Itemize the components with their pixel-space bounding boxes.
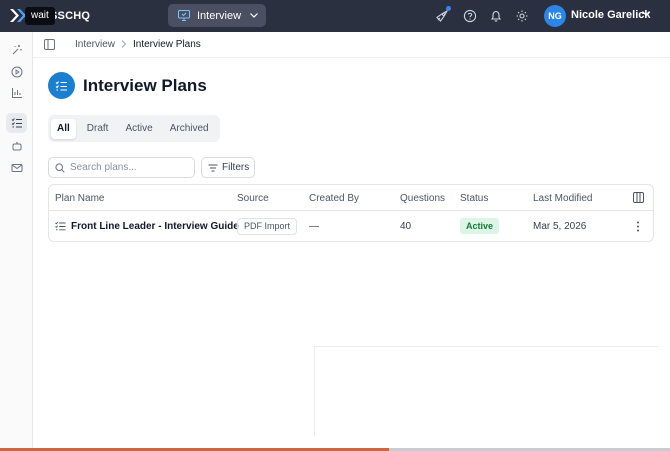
logo-text: SSCHQ (50, 9, 91, 22)
sparkle-icon (12, 45, 22, 55)
columns-icon[interactable] (633, 192, 644, 203)
last-modified: Mar 5, 2026 (533, 221, 587, 232)
user-name[interactable]: Nicole Garelick (571, 9, 651, 21)
wait-tooltip: wait (25, 7, 55, 25)
panel-divider (314, 346, 315, 436)
column-header-source[interactable]: Source (237, 193, 269, 204)
chevron-right-icon (121, 40, 127, 48)
filters-button[interactable]: Filters (201, 157, 255, 178)
rail-item-analytics[interactable] (6, 83, 27, 103)
table-row[interactable]: Front Line Leader - Interview Guide PDF … (49, 211, 653, 242)
left-rail (0, 32, 33, 451)
workspace-label: Interview (197, 9, 242, 22)
page-title-icon (48, 72, 75, 99)
user-avatar[interactable]: NG (544, 5, 566, 27)
top-bar: SSCHQ wait Interview NG Nicole Garelick (0, 0, 670, 32)
filters-label: Filters (222, 162, 250, 173)
table-header: Plan Name Source Created By Questions St… (49, 185, 653, 211)
column-header-status[interactable]: Status (460, 193, 488, 204)
panel-divider (314, 346, 659, 347)
questions-count: 40 (400, 221, 412, 232)
tab-all[interactable]: All (51, 118, 76, 139)
source-chip: PDF Import (237, 218, 298, 235)
plan-name[interactable]: Front Line Leader - Interview Guide (71, 221, 239, 232)
search-icon (55, 162, 65, 173)
mail-icon (11, 164, 22, 172)
search-input[interactable] (70, 162, 190, 173)
chevron-down-icon (250, 13, 258, 18)
breadcrumb: Interview Interview Plans (33, 32, 670, 58)
bar-chart-icon (11, 88, 22, 98)
help-icon[interactable] (463, 9, 477, 23)
gear-icon[interactable] (515, 9, 529, 23)
plans-table: Plan Name Source Created By Questions St… (48, 184, 654, 242)
column-header-questions[interactable]: Questions (400, 193, 445, 204)
logo-mark-icon (10, 9, 26, 22)
breadcrumb-item-interview[interactable]: Interview (75, 39, 115, 50)
column-header-last-modified[interactable]: Last Modified (533, 193, 592, 204)
bot-icon (12, 142, 21, 151)
checklist-icon (11, 118, 22, 128)
column-header-plan-name[interactable]: Plan Name (55, 193, 104, 204)
tab-active[interactable]: Active (119, 119, 158, 139)
notification-dot (446, 6, 451, 11)
checklist-icon (55, 80, 67, 91)
checklist-icon (55, 221, 66, 231)
column-header-created-by[interactable]: Created By (309, 193, 359, 204)
status-tabs: All Draft Active Archived (48, 115, 220, 142)
rail-item-mail[interactable] (6, 158, 27, 178)
chevron-down-icon[interactable] (642, 11, 650, 16)
bell-icon[interactable] (489, 9, 503, 23)
tab-archived[interactable]: Archived (164, 119, 215, 139)
more-vertical-icon[interactable] (636, 221, 640, 232)
rocket-icon[interactable] (435, 9, 449, 23)
search-box[interactable] (48, 157, 195, 178)
rail-item-play[interactable] (6, 62, 27, 82)
monitor-icon (178, 10, 190, 21)
play-circle-icon (11, 66, 22, 78)
breadcrumb-item-current: Interview Plans (133, 39, 201, 50)
created-by: — (309, 221, 319, 232)
status-badge: Active (460, 218, 500, 234)
workspace-switcher[interactable]: Interview (168, 4, 266, 27)
filter-icon (208, 164, 218, 171)
sidebar-toggle-icon[interactable] (44, 39, 55, 50)
rail-item-interview-plans[interactable] (6, 113, 27, 133)
tab-draft[interactable]: Draft (81, 119, 115, 139)
page-title: Interview Plans (83, 76, 207, 95)
rail-item-bot[interactable] (6, 136, 27, 156)
rail-item-sparkle[interactable] (6, 40, 27, 60)
